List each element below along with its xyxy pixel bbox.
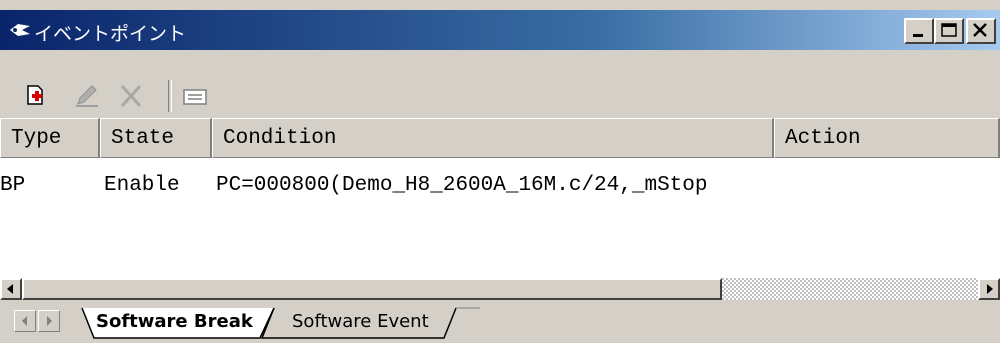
column-header-action[interactable]: Action: [774, 118, 1000, 158]
close-icon: [973, 23, 987, 37]
cell-state: Enable: [104, 174, 180, 197]
arrow-left-icon: [7, 284, 13, 294]
table-row[interactable]: BP Enable PC=000800(Demo_H8_2600A_16M.c/…: [0, 168, 1000, 202]
tab-strip: Software Break Software Event: [0, 302, 1000, 343]
tab-scroll-right-button[interactable]: [38, 310, 60, 332]
add-event-point-button[interactable]: [22, 82, 52, 110]
event-point-icon: [10, 24, 30, 36]
cell-condition: PC=000800(Demo_H8_2600A_16M.c/24,_mStop: [216, 174, 708, 197]
pencil-icon: [76, 85, 98, 107]
close-button[interactable]: [966, 18, 996, 44]
toolbar: [0, 62, 1000, 116]
column-header-condition[interactable]: Condition: [212, 118, 774, 158]
scroll-track[interactable]: [722, 278, 978, 300]
maximize-button[interactable]: [934, 18, 964, 44]
toolbar-separator: [168, 80, 172, 112]
arrow-left-icon: [22, 316, 27, 326]
list-header: Type State Condition Action: [0, 118, 1000, 158]
arrow-right-icon: [47, 316, 52, 326]
column-header-state[interactable]: State: [100, 118, 212, 158]
edit-event-point-button[interactable]: [72, 82, 102, 110]
properties-button[interactable]: [180, 82, 210, 110]
tab-scroll-left-button[interactable]: [14, 310, 36, 332]
scroll-right-button[interactable]: [978, 278, 1000, 300]
column-header-type[interactable]: Type: [0, 118, 100, 158]
event-point-window: イベントポイント Type State Condition Action BP …: [0, 0, 1000, 343]
delete-x-icon: [120, 84, 142, 108]
list-icon: [183, 89, 207, 105]
cell-type: BP: [0, 174, 26, 197]
event-point-list[interactable]: Type State Condition Action BP Enable PC…: [0, 118, 1000, 278]
add-document-icon: [27, 85, 43, 105]
delete-event-point-button[interactable]: [116, 82, 146, 110]
title-bar[interactable]: イベントポイント: [0, 10, 1000, 50]
horizontal-scrollbar[interactable]: [0, 278, 1000, 300]
tab-software-break[interactable]: Software Break: [96, 308, 253, 336]
arrow-right-icon: [987, 284, 993, 294]
tab-software-event[interactable]: Software Event: [292, 308, 429, 336]
minimize-icon: [913, 34, 923, 37]
maximize-icon: [941, 23, 957, 37]
scroll-left-button[interactable]: [0, 278, 22, 300]
minimize-button[interactable]: [904, 18, 934, 44]
scroll-thumb[interactable]: [22, 278, 722, 300]
window-title: イベントポイント: [34, 23, 187, 45]
